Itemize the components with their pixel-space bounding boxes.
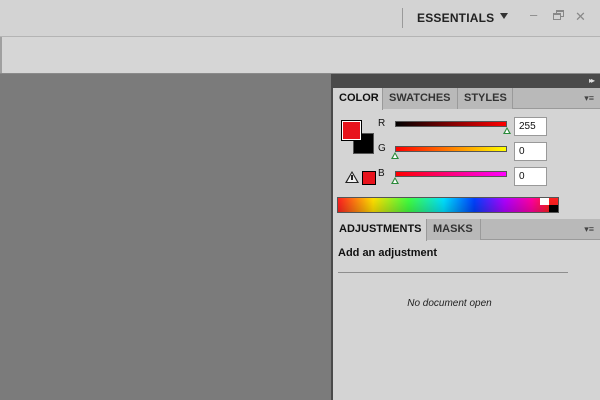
tab-adjustments[interactable]: ADJUSTMENTS [333, 219, 427, 241]
tab-color[interactable]: COLOR [333, 88, 383, 110]
tab-swatches[interactable]: SWATCHES [383, 88, 458, 109]
color-panel: R 255 G 0 B 0 [333, 110, 600, 218]
title-bar-separator [402, 8, 403, 28]
spectrum-black-chip[interactable] [549, 205, 558, 212]
adjustments-panel: Add an adjustment No document open [333, 241, 600, 400]
empty-state-message: No document open [407, 298, 492, 309]
spectrum-white-chip[interactable] [540, 198, 549, 205]
application-title-bar: ESSENTIALS – ✕ [0, 0, 600, 36]
options-bar [0, 36, 600, 74]
minimize-icon[interactable]: – [530, 8, 537, 22]
green-slider[interactable] [395, 146, 507, 152]
options-bar-grip[interactable] [0, 37, 2, 73]
red-slider-thumb[interactable] [503, 127, 511, 134]
divider [338, 272, 568, 273]
gamut-correction-swatch[interactable] [362, 171, 376, 185]
channel-label-g: G [378, 143, 386, 154]
color-spectrum-bar[interactable] [337, 197, 559, 213]
document-canvas-area[interactable] [0, 74, 331, 400]
tab-masks[interactable]: MASKS [427, 219, 481, 240]
red-value-input[interactable]: 255 [514, 117, 547, 136]
panel-dock-header: ▸▸ [333, 74, 600, 88]
panel-menu-icon[interactable]: ▾≡ [584, 224, 594, 235]
close-icon[interactable]: ✕ [575, 10, 586, 24]
blue-value-input[interactable]: 0 [514, 167, 547, 186]
foreground-color-swatch[interactable] [341, 120, 362, 141]
adjustments-panel-tabstrip: ADJUSTMENTS MASKS ▾≡ [333, 219, 600, 241]
panel-menu-icon[interactable]: ▾≡ [584, 93, 594, 104]
chevron-down-icon[interactable] [500, 13, 508, 19]
out-of-gamut-warning-icon[interactable] [345, 171, 359, 183]
workspace-switcher-label[interactable]: ESSENTIALS [417, 11, 494, 25]
blue-slider[interactable] [395, 171, 507, 177]
collapse-panels-icon[interactable]: ▸▸ [589, 76, 595, 85]
red-slider[interactable] [395, 121, 507, 127]
channel-label-b: B [378, 168, 385, 179]
channel-label-r: R [378, 118, 386, 129]
green-value-input[interactable]: 0 [514, 142, 547, 161]
tab-styles[interactable]: STYLES [458, 88, 513, 109]
color-panel-tabstrip: COLOR SWATCHES STYLES ▾≡ [333, 88, 600, 110]
green-slider-thumb[interactable] [391, 152, 399, 159]
adjustments-heading: Add an adjustment [338, 247, 438, 259]
blue-slider-thumb[interactable] [391, 177, 399, 184]
